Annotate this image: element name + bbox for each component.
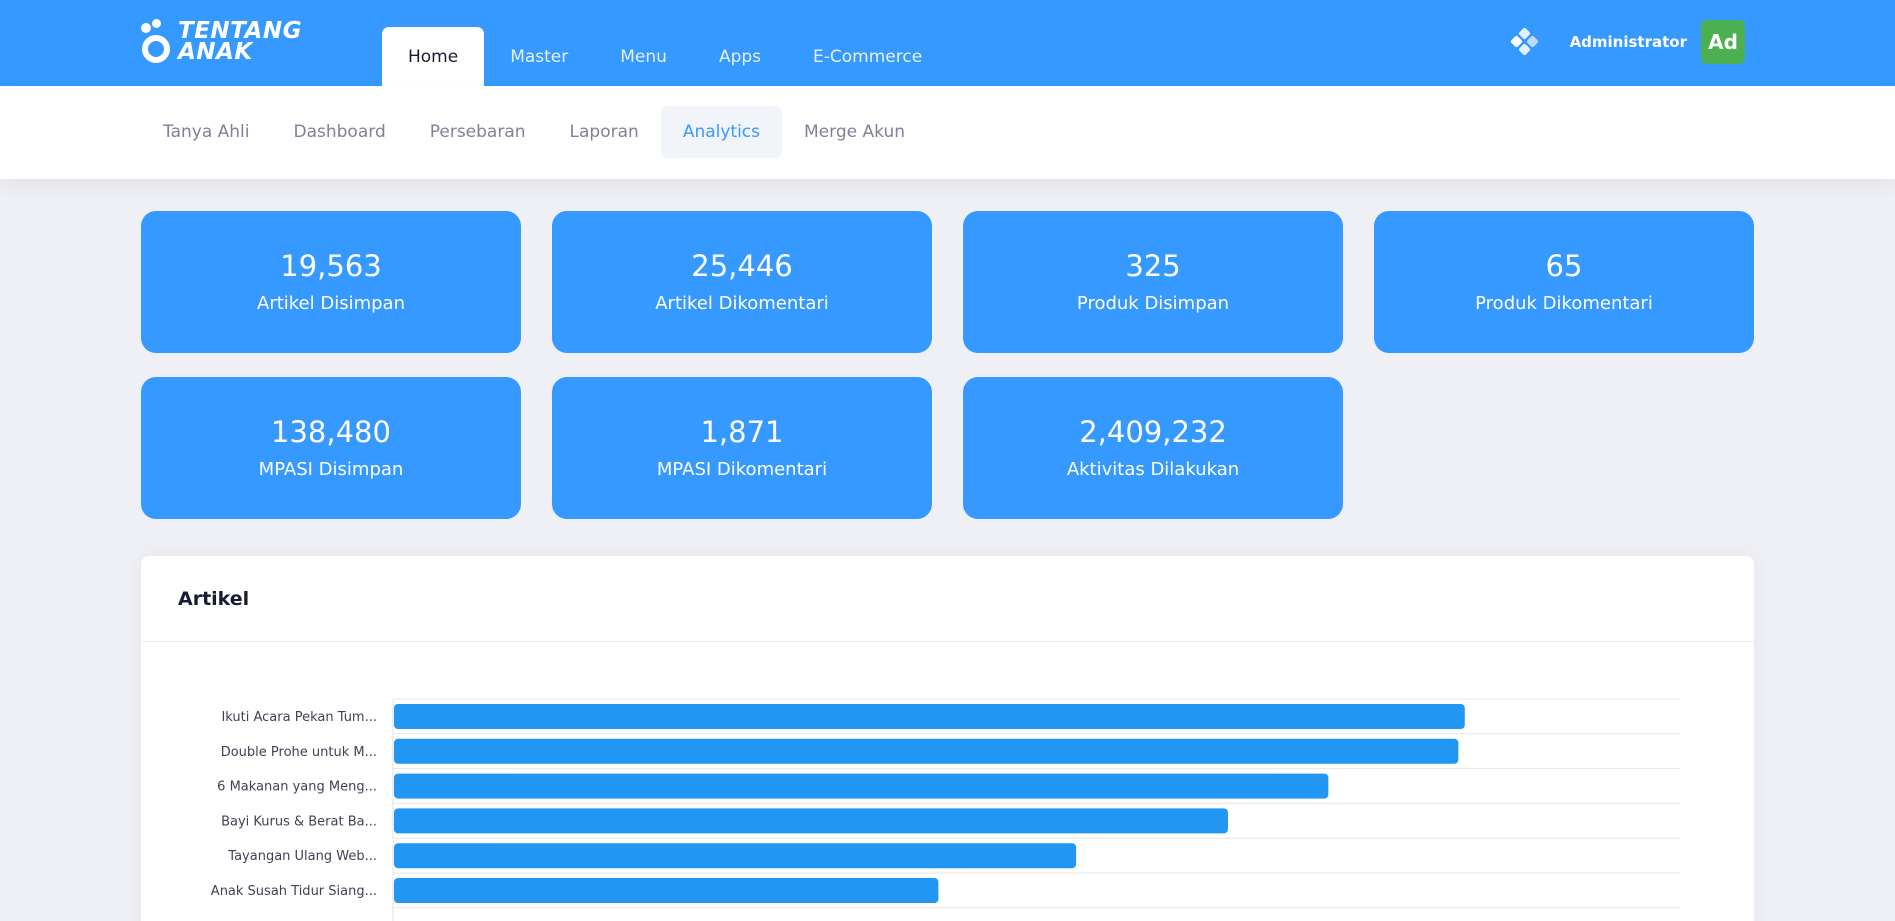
brand-wordmark: TENTANG ANAK xyxy=(178,20,302,65)
logo-mark-icon xyxy=(140,19,174,65)
chart-bar[interactable] xyxy=(394,843,1077,869)
user-name[interactable]: Administrator xyxy=(1570,33,1687,51)
stat-label: MPASI Dikomentari xyxy=(656,459,828,480)
stat-label: Artikel Dikomentari xyxy=(655,293,829,314)
stat-card-artikel-dikomentari: 25,446 Artikel Dikomentari xyxy=(552,211,932,353)
sub-header: Tanya Ahli Dashboard Persebaran Laporan … xyxy=(0,86,1895,179)
sub-nav-dashboard[interactable]: Dashboard xyxy=(272,106,408,158)
main-nav-master[interactable]: Master xyxy=(484,27,594,86)
sub-nav-analytics[interactable]: Analytics xyxy=(660,106,783,158)
chart-category-label: Bayi Kurus & Berat Ba... xyxy=(221,814,377,829)
chart-bar[interactable] xyxy=(394,738,1459,764)
stat-label: Produk Disimpan xyxy=(1076,293,1230,314)
stat-label: Produk Dikomentari xyxy=(1475,293,1653,314)
stat-value: 19,563 xyxy=(280,249,382,283)
stat-value: 1,871 xyxy=(700,415,784,449)
chart-bar[interactable] xyxy=(394,773,1329,799)
sub-nav-persebaran[interactable]: Persebaran xyxy=(408,106,548,158)
chart-category-label: Anak Susah Tidur Siang... xyxy=(211,884,377,899)
avatar[interactable]: Ad xyxy=(1701,20,1745,64)
panel-header: Artikel xyxy=(141,556,1754,642)
main-nav-home[interactable]: Home xyxy=(382,27,485,86)
stat-card-produk-disimpan: 325 Produk Disimpan xyxy=(963,211,1343,353)
stat-value: 2,409,232 xyxy=(1079,415,1227,449)
stat-card-aktivitas-dilakukan: 2,409,232 Aktivitas Dilakukan xyxy=(963,377,1343,519)
chart-bar[interactable] xyxy=(394,704,1465,729)
stat-card-mpasi-disimpan: 138,480 MPASI Disimpan xyxy=(141,377,521,519)
artikel-bar-chart: Ikuti Acara Pekan Tum... Double Prohe unt… xyxy=(211,698,1680,921)
top-header: TENTANG ANAK Home Master Menu Apps E-Com… xyxy=(0,0,1895,86)
main-nav-menu[interactable]: Menu xyxy=(594,27,693,86)
chart-bar[interactable] xyxy=(394,808,1228,834)
stat-label: MPASI Disimpan xyxy=(258,459,404,480)
stat-card-mpasi-dikomentari: 1,871 MPASI Dikomentari xyxy=(552,377,932,519)
sub-nav-laporan[interactable]: Laporan xyxy=(548,106,661,158)
chart-bar[interactable] xyxy=(394,878,939,903)
chart-category-label: Ikuti Acara Pekan Tum... xyxy=(221,710,377,725)
main-nav: Home Master Menu Apps E-Commerce xyxy=(382,27,948,86)
sub-nav-tanya-ahli[interactable]: Tanya Ahli xyxy=(141,106,272,158)
stat-card-artikel-disimpan: 19,563 Artikel Disimpan xyxy=(141,211,521,353)
panel-title: Artikel xyxy=(178,587,250,610)
stat-value: 65 xyxy=(1545,249,1583,283)
sub-nav: Tanya Ahli Dashboard Persebaran Laporan … xyxy=(141,106,927,158)
stat-value: 25,446 xyxy=(691,249,793,283)
main-nav-apps[interactable]: Apps xyxy=(693,27,787,86)
brand-logo[interactable]: TENTANG ANAK xyxy=(140,18,310,66)
stat-label: Artikel Disimpan xyxy=(257,293,405,314)
stat-value: 325 xyxy=(1125,249,1181,283)
stat-label: Aktivitas Dilakukan xyxy=(1066,459,1240,480)
brand-line-2: ANAK xyxy=(178,39,253,65)
stat-value: 138,480 xyxy=(271,415,391,449)
chart-category-label: Tayangan Ulang Web... xyxy=(227,849,377,864)
sub-nav-merge-akun[interactable]: Merge Akun xyxy=(782,106,927,158)
stat-card-produk-dikomentari: 65 Produk Dikomentari xyxy=(1374,211,1754,353)
main-nav-ecommerce[interactable]: E-Commerce xyxy=(787,27,948,86)
chart-category-label: Double Prohe untuk M... xyxy=(221,745,377,760)
user-area: Administrator Ad xyxy=(1509,20,1745,64)
artikel-panel: Artikel Ikuti Acara Pekan Tum... Double P… xyxy=(141,556,1754,921)
chart-category-label: 6 Makanan yang Meng... xyxy=(217,780,377,795)
grid-diamond-icon[interactable] xyxy=(1509,27,1539,56)
